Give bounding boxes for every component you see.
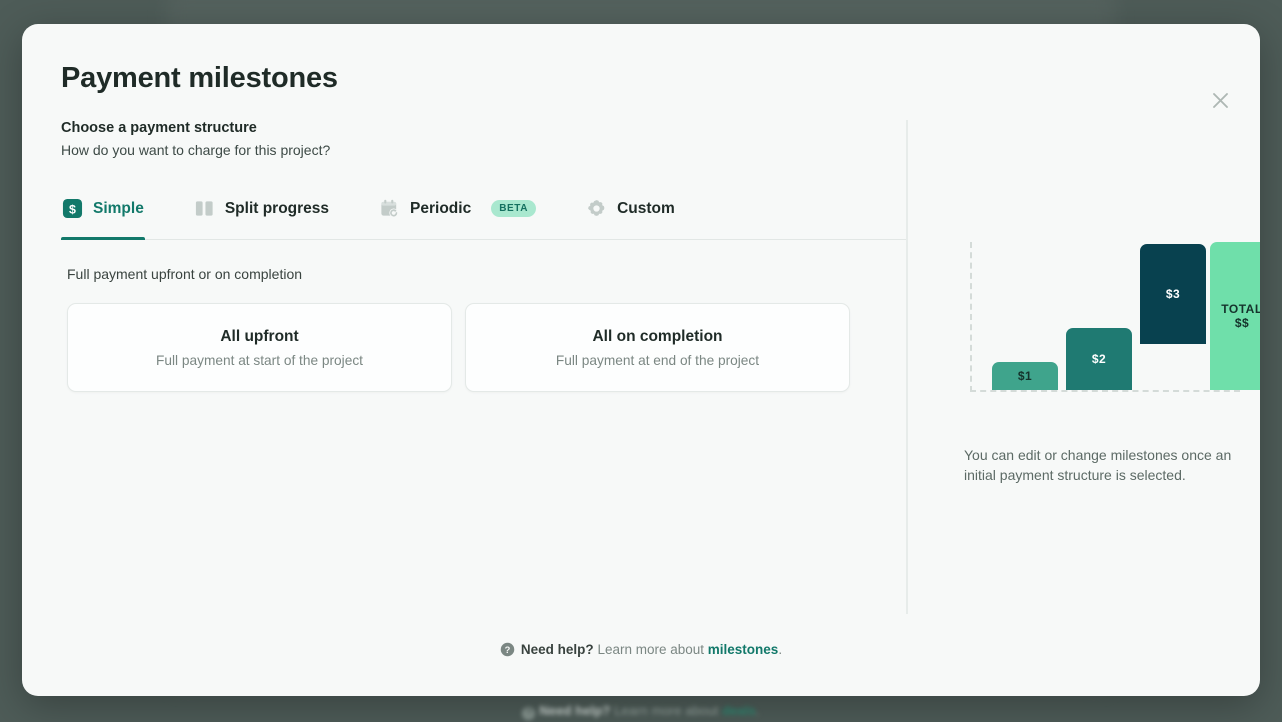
close-button[interactable]: [1200, 80, 1240, 120]
page-title: Payment milestones: [61, 62, 338, 95]
svg-text:?: ?: [505, 645, 511, 655]
footer-middle-text: Learn more about: [597, 642, 704, 657]
tab-simple[interactable]: $ Simple: [61, 191, 145, 239]
backdrop-footer-help: ? Need help? Learn more about deals.: [0, 703, 1282, 720]
close-icon: [1211, 91, 1230, 110]
backdrop-footer-bold: Need help?: [539, 703, 610, 718]
gear-icon: [586, 198, 607, 219]
split-bars-icon: [194, 198, 215, 219]
tab-custom-label: Custom: [617, 200, 675, 218]
footer-bold-text: Need help?: [521, 642, 594, 657]
option-card-all-on-completion[interactable]: All on completion Full payment at end of…: [465, 303, 850, 392]
tab-split-progress-label: Split progress: [225, 200, 329, 218]
tab-custom[interactable]: Custom: [585, 191, 676, 239]
chart-bar-4: TOTAL$$: [1210, 242, 1260, 390]
payment-milestones-modal: Payment milestones Choose a payment stru…: [22, 24, 1260, 696]
left-column: Choose a payment structure How do you wa…: [61, 120, 906, 392]
svg-text:$: $: [69, 202, 76, 216]
chart-bar-3: $3: [1140, 244, 1206, 344]
chart-bar-4-label: TOTAL$$: [1221, 302, 1260, 330]
payment-structure-tabs: $ Simple Split progress: [61, 192, 906, 240]
section-heading: Choose a payment structure: [61, 120, 906, 136]
chart-bar-1-label: $1: [1018, 369, 1032, 383]
backdrop-footer-period: .: [756, 703, 760, 718]
option-card-all-on-completion-desc: Full payment at end of the project: [556, 353, 759, 368]
section-description: How do you want to charge for this proje…: [61, 142, 906, 158]
beta-badge: BETA: [491, 200, 536, 217]
backdrop-footer-middle: Learn more about: [614, 703, 718, 718]
calendar-recurring-icon: [379, 198, 400, 219]
milestones-waterfall-chart: $1$2$3TOTAL$$: [970, 242, 1240, 392]
help-circle-icon: ?: [500, 642, 515, 657]
option-card-all-upfront-title: All upfront: [220, 328, 298, 346]
tab-periodic[interactable]: Periodic BETA: [378, 191, 537, 239]
help-circle-icon-backdrop: ?: [522, 707, 535, 720]
tab-split-progress[interactable]: Split progress: [193, 191, 330, 239]
backdrop-footer-link: deals: [722, 703, 756, 718]
option-card-all-upfront-desc: Full payment at start of the project: [156, 353, 363, 368]
chart-y-axis: [970, 242, 972, 392]
tab-periodic-label: Periodic: [410, 200, 471, 218]
chart-bar-2-label: $2: [1092, 352, 1106, 366]
illustration-caption: You can edit or change milestones once a…: [964, 445, 1239, 486]
modal-footer-help: ? Need help? Learn more about milestones…: [22, 642, 1260, 657]
dollar-badge-icon: $: [62, 198, 83, 219]
tab-simple-label: Simple: [93, 200, 144, 218]
option-card-all-on-completion-title: All on completion: [592, 328, 722, 346]
chart-bar-3-label: $3: [1166, 287, 1180, 301]
right-column: $1$2$3TOTAL$$ You can edit or change mil…: [940, 242, 1230, 486]
chart-x-axis: [970, 390, 1240, 392]
option-card-all-upfront[interactable]: All upfront Full payment at start of the…: [67, 303, 452, 392]
chart-bar-1: $1: [992, 362, 1058, 390]
footer-period: .: [778, 642, 782, 657]
footer-link-milestones[interactable]: milestones: [708, 642, 779, 657]
column-divider: [906, 120, 908, 614]
chart-bar-2: $2: [1066, 328, 1132, 390]
payment-option-cards: All upfront Full payment at start of the…: [61, 303, 906, 392]
structure-description: Full payment upfront or on completion: [61, 266, 906, 282]
